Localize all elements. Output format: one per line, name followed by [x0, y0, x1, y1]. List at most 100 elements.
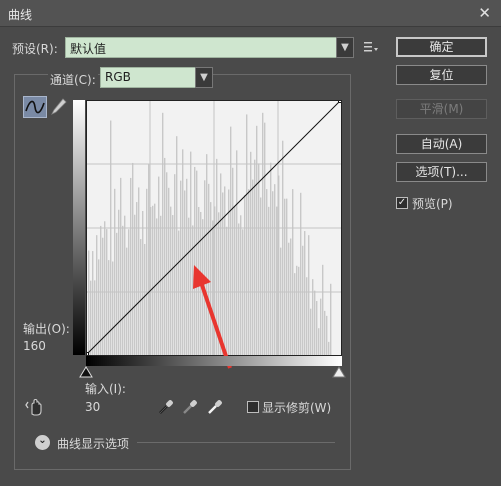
- preset-select[interactable]: 默认值: [65, 37, 337, 58]
- histogram-bar: [108, 260, 110, 356]
- gray-point-eyedropper-icon[interactable]: [181, 398, 199, 416]
- channel-value: RGB: [105, 70, 131, 84]
- output-value[interactable]: 160: [23, 339, 46, 353]
- histogram-bar: [120, 177, 122, 356]
- histogram-bar: [164, 157, 166, 356]
- histogram-bar: [136, 202, 138, 356]
- histogram-bar: [298, 266, 300, 356]
- histogram-bar: [330, 283, 332, 356]
- histogram-bar: [276, 206, 278, 356]
- histogram-bar: [324, 310, 326, 356]
- histogram-bar: [296, 265, 298, 356]
- histogram-bar: [282, 140, 284, 356]
- histogram-bar: [244, 195, 246, 356]
- histogram-bar: [312, 279, 314, 356]
- histogram-bar: [116, 232, 118, 356]
- histogram-bar: [142, 210, 144, 356]
- histogram-bar: [132, 162, 134, 356]
- histogram-bar: [306, 277, 308, 356]
- histogram-bar: [130, 177, 132, 356]
- show-clipping-label: 显示修剪(W): [262, 401, 332, 415]
- histogram-bar: [300, 192, 302, 356]
- histogram-bar: [160, 215, 162, 356]
- histogram-bar: [272, 191, 274, 356]
- histogram-bar: [260, 197, 262, 356]
- title-bar: 曲线 ✕: [0, 0, 501, 27]
- histogram-bar: [256, 125, 258, 356]
- histogram-bar: [252, 179, 254, 356]
- histogram-bar: [288, 242, 290, 356]
- histogram-bar: [174, 174, 176, 356]
- output-gradient-bar: [73, 100, 85, 355]
- black-point-eyedropper-icon[interactable]: [157, 398, 175, 416]
- pencil-tool-icon[interactable]: [50, 97, 68, 117]
- histogram-bar: [182, 149, 184, 356]
- close-icon[interactable]: ✕: [478, 4, 491, 22]
- histogram-bar: [286, 198, 288, 356]
- histogram-bar: [114, 188, 116, 356]
- histogram-bar: [118, 209, 120, 356]
- window-title: 曲线: [8, 8, 33, 22]
- curve-options-divider: [137, 442, 335, 443]
- histogram-bar: [138, 187, 140, 356]
- show-clipping-checkbox[interactable]: [247, 401, 259, 413]
- white-point-slider[interactable]: [332, 366, 346, 378]
- histogram-bar: [284, 198, 286, 356]
- histogram-bar: [148, 164, 150, 356]
- histogram-bar: [146, 188, 148, 356]
- histogram-bar: [156, 218, 158, 356]
- histogram-bar: [308, 235, 310, 356]
- histogram-bar: [126, 247, 128, 356]
- histogram-bar: [254, 159, 256, 356]
- histogram-bar: [314, 290, 316, 356]
- histogram-bar: [180, 180, 182, 356]
- histogram-bar: [316, 301, 318, 356]
- histogram-bar: [258, 163, 260, 356]
- options-button[interactable]: 选项(T)...: [396, 162, 487, 182]
- channel-label: 通道(C):: [48, 71, 98, 88]
- histogram-bar: [248, 189, 250, 356]
- histogram-bar: [88, 250, 90, 356]
- histogram-bar: [304, 231, 306, 356]
- histogram-bar: [240, 215, 242, 356]
- smooth-button[interactable]: 平滑(M): [396, 99, 487, 119]
- histogram-bar: [302, 245, 304, 356]
- preset-dropdown-arrow[interactable]: ▼: [336, 37, 354, 58]
- histogram-bar: [264, 122, 266, 356]
- histogram-bar: [322, 264, 324, 356]
- histogram-bar: [172, 215, 174, 356]
- histogram-bar: [154, 203, 156, 356]
- preset-menu-icon[interactable]: [363, 40, 379, 54]
- curve-edit-tool-icon[interactable]: [23, 96, 47, 118]
- histogram-bar: [140, 239, 142, 356]
- white-point-eyedropper-icon[interactable]: [206, 398, 224, 416]
- input-label: 输入(I):: [85, 382, 126, 396]
- histogram-bar: [262, 112, 264, 356]
- histogram-bar: [328, 341, 330, 356]
- auto-button[interactable]: 自动(A): [396, 134, 487, 154]
- histogram-bar: [92, 251, 94, 356]
- histogram-bar: [290, 238, 292, 356]
- histogram-bar: [96, 235, 98, 356]
- channel-dropdown-arrow[interactable]: ▼: [195, 67, 213, 88]
- histogram-bar: [170, 206, 172, 356]
- targeted-adjust-hand-icon[interactable]: [25, 398, 47, 418]
- histogram-bar: [242, 229, 244, 356]
- histogram-bar: [320, 298, 322, 356]
- histogram-bar: [100, 225, 102, 356]
- preset-value: 默认值: [70, 42, 107, 56]
- black-point-slider[interactable]: [79, 366, 93, 378]
- channel-select[interactable]: RGB: [100, 67, 196, 88]
- reset-button[interactable]: 复位: [396, 65, 487, 85]
- preset-label: 预设(R):: [12, 42, 58, 56]
- expand-toggle-icon[interactable]: ⌄: [35, 435, 50, 450]
- input-value[interactable]: 30: [85, 400, 100, 414]
- histogram-bar: [134, 214, 136, 356]
- curve-options-label[interactable]: 曲线显示选项: [57, 435, 129, 452]
- histogram-bar: [110, 120, 112, 356]
- histogram-bar: [246, 114, 248, 356]
- ok-button[interactable]: 确定: [396, 37, 487, 57]
- histogram-bar: [310, 308, 312, 356]
- histogram-bar: [274, 184, 276, 356]
- preview-checkbox[interactable]: ✓: [396, 197, 408, 209]
